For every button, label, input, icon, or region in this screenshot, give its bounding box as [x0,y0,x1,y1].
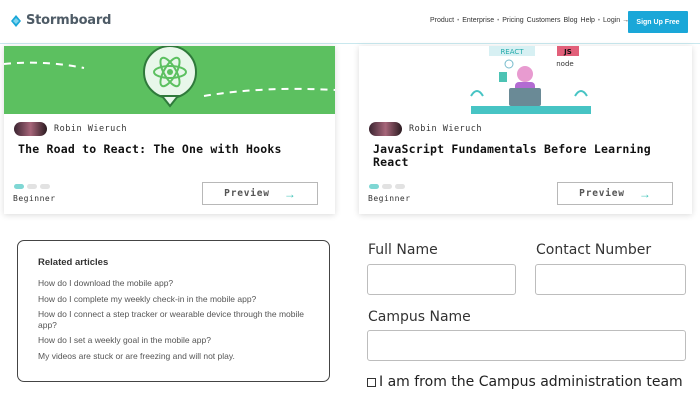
admin-checkbox-row[interactable]: I am from the Campus administration team [367,374,683,390]
admin-checkbox[interactable] [367,377,376,387]
avatar [14,122,47,136]
site-header: Stormboard Product • Enterprise • Pricin… [0,0,700,44]
logo-text: Stormboard [26,13,112,28]
course-card-react-hooks[interactable]: Robin Wieruch The Road to React: The One… [4,46,335,214]
course-image-react [4,46,335,114]
nav-separator: • [597,17,601,24]
avatar [369,122,402,136]
campus-name-label: Campus Name [368,309,471,325]
admin-checkbox-label: I am from the Campus administration team [379,374,683,390]
logo[interactable]: Stormboard [9,13,111,28]
related-article-link[interactable]: How do I complete my weekly check-in in … [38,294,323,305]
related-articles-title: Related articles [38,257,109,268]
nav-item-enterprise[interactable]: Enterprise [462,17,494,24]
nav-separator: • [457,17,460,24]
course-card-js-fundamentals[interactable]: REACT JS node Robin Wieruch JavaScript F… [359,46,692,214]
author-name: Robin Wieruch [409,124,483,134]
react-logo-illustration [4,46,335,108]
card-author: Robin Wieruch [14,122,127,136]
progress-dot-active [14,184,24,189]
progress-dot [395,184,405,189]
preview-label: Preview [579,188,625,199]
related-article-link[interactable]: How do I set a weekly goal in the mobile… [38,335,323,346]
course-level: Beginner [13,194,56,203]
js-tag: JS [563,48,572,56]
node-tag: node [556,60,573,68]
nav-item-pricing[interactable]: Pricing [502,17,523,24]
preview-label: Preview [224,188,270,199]
related-article-link[interactable]: How do I download the mobile app? [38,278,323,289]
related-article-link[interactable]: How do I connect a step tracker or weara… [38,309,323,330]
card-author: Robin Wieruch [369,122,482,136]
full-name-label: Full Name [368,242,438,258]
related-articles-panel: Related articles How do I download the m… [17,240,330,382]
author-name: Robin Wieruch [54,124,128,134]
react-tag: REACT [500,48,524,56]
course-title[interactable]: JavaScript Fundamentals Before Learning … [373,143,673,169]
nav-item-login[interactable]: Login → [603,17,629,24]
nav-item-product[interactable]: Product [430,17,454,24]
nav-separator: • [497,17,500,24]
nav-item-customers[interactable]: Customers [527,17,561,24]
arrow-right-icon: → [638,186,651,201]
nav-item-help[interactable]: Help [581,17,595,24]
course-level: Beginner [368,194,411,203]
course-title[interactable]: The Road to React: The One with Hooks [18,143,318,156]
progress-dot [27,184,37,189]
full-name-input[interactable] [367,264,516,295]
course-image-js: REACT JS node [359,46,692,114]
related-article-link[interactable]: My videos are stuck or are freezing and … [38,351,323,362]
arrow-right-icon: → [283,186,296,201]
contact-number-label: Contact Number [536,242,652,258]
progress-dots [14,184,50,189]
progress-dots [369,184,405,189]
preview-button[interactable]: Preview → [557,182,673,205]
preview-button[interactable]: Preview → [202,182,318,205]
related-articles-list: How do I download the mobile app? How do… [38,278,323,366]
developer-illustration: REACT JS node [470,46,591,114]
top-nav: Product • Enterprise • Pricing Customers… [430,17,629,24]
sign-up-button[interactable]: Sign Up Free [628,11,688,33]
progress-dot [382,184,392,189]
stormboard-logo-icon [11,14,21,27]
nav-item-blog[interactable]: Blog [564,17,578,24]
campus-name-input[interactable] [367,330,686,361]
contact-number-input[interactable] [535,264,686,295]
progress-dot-active [369,184,379,189]
progress-dot [40,184,50,189]
